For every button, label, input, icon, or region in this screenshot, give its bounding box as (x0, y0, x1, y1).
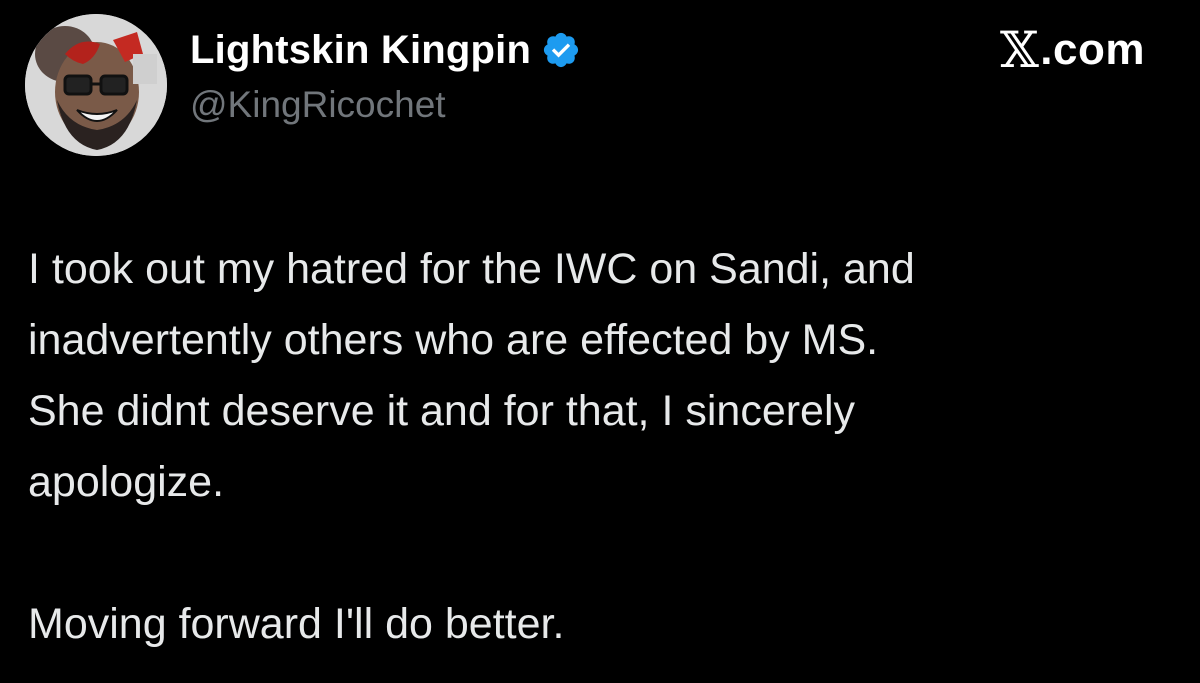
cartoon-face-avatar-icon (25, 14, 167, 156)
tweet-card: Lightskin Kingpin @KingRicochet 𝕏 .com I … (0, 0, 1200, 683)
verified-badge-icon (541, 30, 581, 70)
tweet-text: I took out my hatred for the IWC on Sand… (28, 234, 1168, 660)
brand-domain: .com (1040, 25, 1145, 74)
tweet-line: apologize. (28, 458, 225, 506)
tweet-line: inadvertently others who are effected by… (28, 316, 879, 364)
x-logo-icon: 𝕏 (1000, 21, 1040, 79)
avatar[interactable] (25, 14, 167, 156)
author-name-row: Lightskin Kingpin (190, 22, 581, 78)
tweet-line: Moving forward I'll do better. (28, 600, 565, 648)
author-handle[interactable]: @KingRicochet (190, 84, 446, 126)
x-brand-logo: 𝕏 .com (1000, 22, 1145, 78)
tweet-line: I took out my hatred for the IWC on Sand… (28, 245, 915, 293)
display-name[interactable]: Lightskin Kingpin (190, 28, 531, 73)
tweet-line: She didnt deserve it and for that, I sin… (28, 387, 856, 435)
